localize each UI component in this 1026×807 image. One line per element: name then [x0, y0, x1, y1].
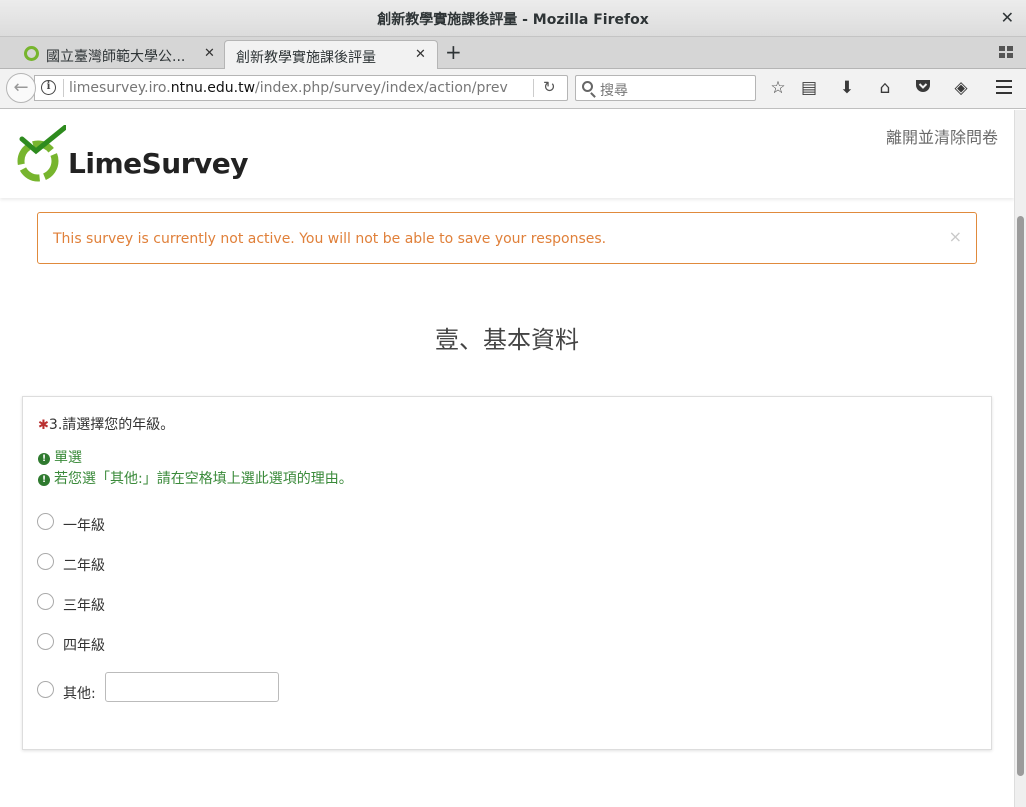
radio-button[interactable]	[37, 593, 54, 610]
page-content: LimeSurvey 離開並清除問卷 This survey is curren…	[0, 110, 1014, 807]
menu-icon[interactable]	[996, 80, 1012, 94]
mandatory-star-icon: ✱	[38, 418, 49, 433]
bookmark-star-icon[interactable]: ☆	[766, 78, 790, 98]
reader-icon[interactable]: ▤	[797, 78, 821, 98]
tab-list-icon[interactable]	[999, 46, 1013, 59]
search-icon	[582, 81, 593, 92]
tab-label: 創新教學實施課後評量	[236, 50, 376, 66]
scrollbar-thumb[interactable]	[1017, 216, 1024, 776]
home-icon[interactable]: ⌂	[873, 78, 897, 98]
option-label[interactable]: 三年級	[63, 595, 105, 615]
limesurvey-logo[interactable]: LimeSurvey	[14, 122, 249, 187]
sync-icon[interactable]: ◈	[949, 78, 973, 98]
other-text-input[interactable]	[105, 672, 279, 702]
radio-button[interactable]	[37, 633, 54, 650]
option-label[interactable]: 一年級	[63, 515, 105, 535]
back-arrow-icon[interactable]: ←	[6, 73, 36, 103]
reload-icon[interactable]: ↻	[543, 78, 556, 96]
pocket-icon[interactable]	[911, 78, 935, 98]
search-placeholder: 搜尋	[600, 83, 628, 99]
question-text: ✱3.請選擇您的年級。	[38, 417, 175, 433]
tab-ntnu[interactable]: 國立臺灣師範大學公... ✕	[10, 40, 224, 69]
search-input[interactable]: 搜尋	[575, 75, 756, 101]
option-label[interactable]: 四年級	[63, 635, 105, 655]
question-tip: ! 若您選「其他:」請在空格填上選此選項的理由。	[38, 468, 353, 488]
window-titlebar: 創新教學實施課後評量 - Mozilla Firefox ✕	[0, 0, 1026, 37]
radio-button[interactable]	[37, 513, 54, 530]
option-label[interactable]: 二年級	[63, 555, 105, 575]
limesurvey-favicon-icon	[24, 46, 39, 61]
exit-and-clear-link[interactable]: 離開並清除問卷	[886, 124, 998, 148]
tab-label: 國立臺灣師範大學公...	[46, 49, 186, 65]
exclamation-icon: !	[38, 474, 50, 486]
limesurvey-logo-icon	[17, 122, 71, 182]
logo-text: LimeSurvey	[68, 147, 249, 180]
exclamation-icon: !	[38, 453, 50, 465]
download-icon[interactable]: ⬇	[835, 78, 859, 98]
option-label[interactable]: 其他:	[63, 683, 96, 703]
radio-button[interactable]	[37, 681, 54, 698]
inactive-survey-alert: This survey is currently not active. You…	[37, 212, 977, 264]
window-title: 創新教學實施課後評量 - Mozilla Firefox	[377, 12, 649, 28]
tab-survey-active[interactable]: 創新教學實施課後評量 ✕	[224, 40, 438, 69]
navigation-toolbar: i limesurvey.iro.ntnu.edu.tw/index.php/s…	[0, 69, 1026, 109]
url-text[interactable]: limesurvey.iro.ntnu.edu.tw/index.php/sur…	[69, 80, 509, 96]
new-tab-button[interactable]: +	[445, 40, 462, 64]
question-card: ✱3.請選擇您的年級。 ! 單選 ! 若您選「其他:」請在空格填上選此選項的理由。 …	[22, 396, 992, 750]
info-icon[interactable]: i	[41, 80, 56, 95]
tab-close-button[interactable]: ✕	[204, 46, 215, 61]
alert-close-button[interactable]: ×	[949, 227, 962, 246]
url-bar[interactable]: i limesurvey.iro.ntnu.edu.tw/index.php/s…	[34, 75, 568, 101]
question-tip: ! 單選	[38, 447, 82, 467]
tab-strip: 國立臺灣師範大學公... ✕ 創新教學實施課後評量 ✕ +	[0, 37, 1026, 69]
vertical-scrollbar[interactable]	[1014, 110, 1026, 807]
alert-text: This survey is currently not active. You…	[53, 231, 607, 247]
site-header: LimeSurvey 離開並清除問卷	[0, 110, 1014, 198]
radio-button[interactable]	[37, 553, 54, 570]
group-title: 壹、基本資料	[435, 326, 579, 354]
window-close-button[interactable]: ✕	[1001, 8, 1014, 27]
tab-close-button[interactable]: ✕	[415, 47, 426, 62]
